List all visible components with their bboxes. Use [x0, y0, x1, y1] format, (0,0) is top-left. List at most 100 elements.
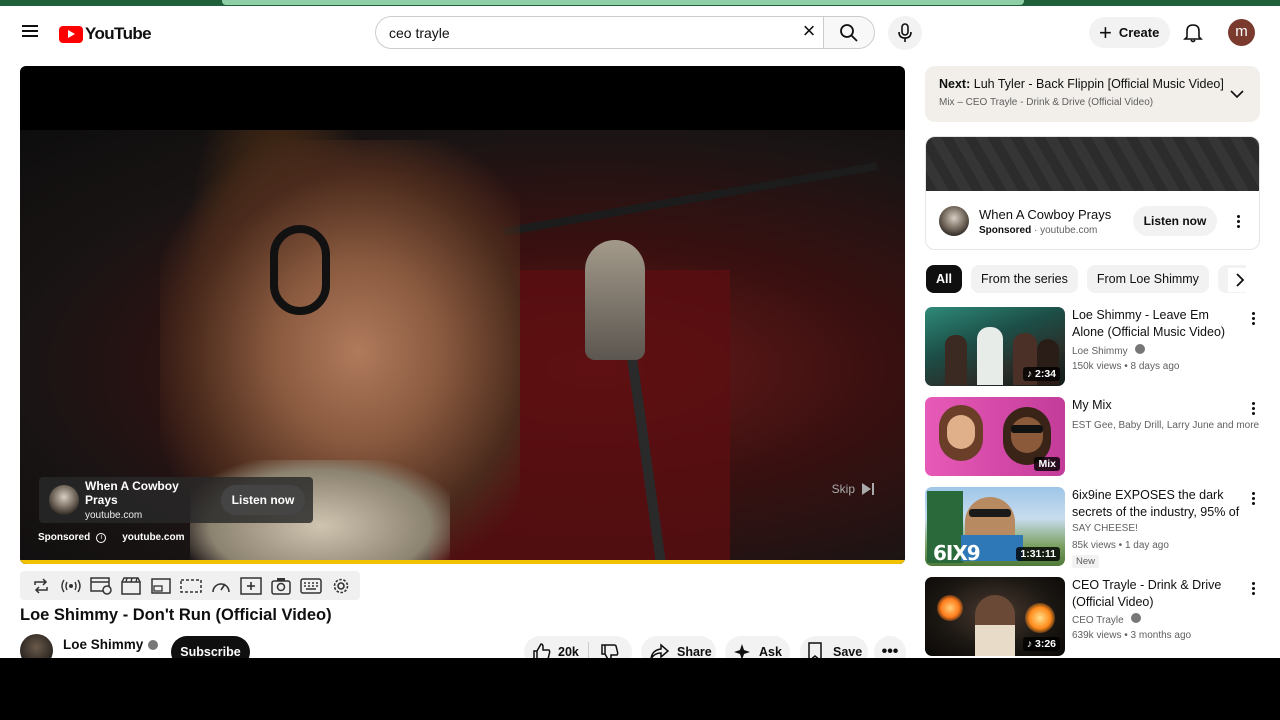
- more-vert-icon[interactable]: [1230, 212, 1246, 230]
- sponsored-domain[interactable]: youtube.com: [122, 532, 184, 543]
- sponsor-subline: Sponsored · youtube.com: [979, 225, 1097, 236]
- verified-icon: [1131, 613, 1142, 623]
- chip-all[interactable]: All: [926, 265, 962, 293]
- chevron-down-icon[interactable]: [1230, 86, 1244, 104]
- player-ad-card[interactable]: When A Cowboy Prays youtube.com Listen n…: [39, 477, 313, 523]
- video-thumbnail[interactable]: ♪ 3:26: [925, 577, 1065, 656]
- share-button[interactable]: Share: [641, 636, 716, 658]
- clear-search-icon[interactable]: ×: [797, 20, 821, 44]
- create-label: Create: [1118, 25, 1160, 40]
- video-thumbnail[interactable]: ♪ 2:34: [925, 307, 1065, 386]
- microphone-icon: [898, 23, 912, 42]
- rec-title[interactable]: CEO Trayle - Drink & Drive (Official Vid…: [1072, 577, 1242, 610]
- share-icon: [650, 643, 669, 658]
- chip-from-the-series[interactable]: From the series: [970, 265, 1078, 293]
- rec-title[interactable]: My Mix: [1072, 397, 1242, 414]
- voice-search-button[interactable]: [888, 16, 922, 50]
- next-subtitle: Mix – CEO Trayle - Drink & Drive (Offici…: [939, 97, 1154, 108]
- ad-progress-bar[interactable]: [20, 560, 905, 564]
- screenshot-icon[interactable]: [270, 576, 292, 596]
- more-vert-icon[interactable]: [1245, 399, 1261, 417]
- search-box[interactable]: [375, 16, 823, 49]
- video-title: Loe Shimmy - Don't Run (Official Video): [20, 606, 332, 624]
- recommendation-item[interactable]: Mix My Mix EST Gee, Baby Drill, Larry Ju…: [925, 397, 1260, 477]
- info-icon[interactable]: i: [96, 532, 107, 543]
- settings-icon[interactable]: [330, 576, 352, 596]
- notifications-bell-icon[interactable]: [1181, 20, 1205, 44]
- sponsored-card[interactable]: When A Cowboy Prays Sponsored · youtube.…: [925, 136, 1260, 250]
- like-dislike-group: 20k: [524, 636, 632, 658]
- clapper-icon[interactable]: [120, 576, 142, 596]
- ad-url: youtube.com: [85, 510, 143, 521]
- rec-channel: SAY CHEESE!: [1072, 523, 1138, 534]
- sponsor-banner: [926, 137, 1259, 191]
- mix-thumbnail[interactable]: Mix: [925, 397, 1065, 476]
- search-icon: [840, 23, 858, 42]
- next-up-panel[interactable]: Next: Luh Tyler - Back Flippin [Official…: [925, 66, 1260, 122]
- rec-channel: Loe Shimmy: [1072, 344, 1146, 357]
- theater-mode-icon[interactable]: [180, 576, 202, 596]
- like-button[interactable]: [532, 642, 552, 658]
- save-button[interactable]: Save: [800, 636, 868, 658]
- recommendation-item[interactable]: 6IX9 1:31:11 6ix9ine EXPOSES the dark se…: [925, 487, 1261, 568]
- picture-in-picture-icon[interactable]: [150, 576, 172, 596]
- ask-label: Ask: [759, 645, 782, 658]
- more-vert-icon[interactable]: [1245, 309, 1261, 327]
- sponsor-domain: · youtube.com: [1034, 225, 1098, 236]
- extension-toolbar: [20, 571, 360, 600]
- top-strip-highlight: [222, 0, 1024, 5]
- recommendation-item[interactable]: ♪ 2:34 Loe Shimmy - Leave Em Alone (Offi…: [925, 307, 1260, 387]
- youtube-play-icon: [59, 25, 83, 43]
- keyboard-icon[interactable]: [300, 576, 322, 596]
- rec-meta: 639k views • 3 months ago: [1072, 630, 1192, 641]
- sponsor-title: When A Cowboy Prays: [979, 207, 1112, 222]
- rec-meta: 150k views • 8 days ago: [1072, 361, 1180, 372]
- duration-badge: 1:31:11: [1016, 547, 1060, 561]
- video-player[interactable]: When A Cowboy Prays youtube.com Listen n…: [20, 66, 905, 564]
- rec-title[interactable]: 6ix9ine EXPOSES the dark secrets of the …: [1072, 487, 1242, 520]
- like-count: 20k: [558, 645, 579, 658]
- recommendation-item[interactable]: ♪ 3:26 CEO Trayle - Drink & Drive (Offic…: [925, 577, 1260, 657]
- youtube-logo[interactable]: YouTube: [59, 24, 152, 44]
- rec-title[interactable]: Loe Shimmy - Leave Em Alone (Official Mu…: [1072, 307, 1242, 340]
- chevron-right-icon[interactable]: [1228, 268, 1252, 292]
- browser-top-strip: [0, 0, 1280, 6]
- skip-next-icon: [861, 482, 875, 496]
- more-vert-icon[interactable]: [1245, 579, 1261, 597]
- account-avatar[interactable]: m: [1228, 19, 1255, 46]
- next-title: Luh Tyler - Back Flippin [Official Music…: [973, 77, 1224, 91]
- subscribe-button[interactable]: Subscribe: [171, 636, 250, 658]
- speed-icon[interactable]: [210, 576, 232, 596]
- search-button[interactable]: [823, 16, 875, 49]
- loop-icon[interactable]: [30, 576, 52, 596]
- rec-meta: 85k views • 1 day ago: [1072, 540, 1169, 551]
- new-badge: New: [1072, 555, 1100, 568]
- channel-name: Loe Shimmy: [63, 637, 144, 652]
- more-actions-icon[interactable]: •••: [874, 636, 906, 658]
- share-label: Share: [677, 645, 712, 658]
- search-input[interactable]: [389, 24, 779, 41]
- chip-from-loe-shimmy[interactable]: From Loe Shimmy: [1086, 265, 1209, 293]
- playlist-video-icon[interactable]: [90, 576, 112, 596]
- dislike-button[interactable]: [600, 643, 620, 658]
- duration-badge: ♪ 3:26: [1022, 637, 1060, 651]
- sponsor-label: Sponsored: [979, 225, 1032, 236]
- youtube-page: YouTube × + Create m When A Cowboy: [0, 0, 1280, 658]
- ask-button[interactable]: Ask: [725, 636, 790, 658]
- channel-avatar[interactable]: [20, 634, 53, 658]
- skip-ad-button[interactable]: Skip: [832, 482, 875, 496]
- duration-badge: ♪ 2:34: [1022, 367, 1060, 381]
- next-prefix: Next:: [939, 77, 971, 91]
- video-thumbnail[interactable]: 6IX9 1:31:11: [925, 487, 1065, 566]
- menu-icon[interactable]: [18, 22, 42, 44]
- broadcast-icon[interactable]: [60, 576, 82, 596]
- mix-badge: Mix: [1034, 457, 1060, 471]
- channel-name-link[interactable]: Loe Shimmy: [63, 637, 159, 652]
- ad-listen-now-button[interactable]: Listen now: [221, 485, 305, 515]
- bookmark-icon: [808, 642, 822, 658]
- create-button[interactable]: + Create: [1089, 17, 1170, 48]
- sponsor-logo: [939, 206, 969, 236]
- add-clip-icon[interactable]: [240, 576, 262, 596]
- sponsor-listen-now-button[interactable]: Listen now: [1133, 206, 1217, 236]
- more-vert-icon[interactable]: [1245, 489, 1261, 507]
